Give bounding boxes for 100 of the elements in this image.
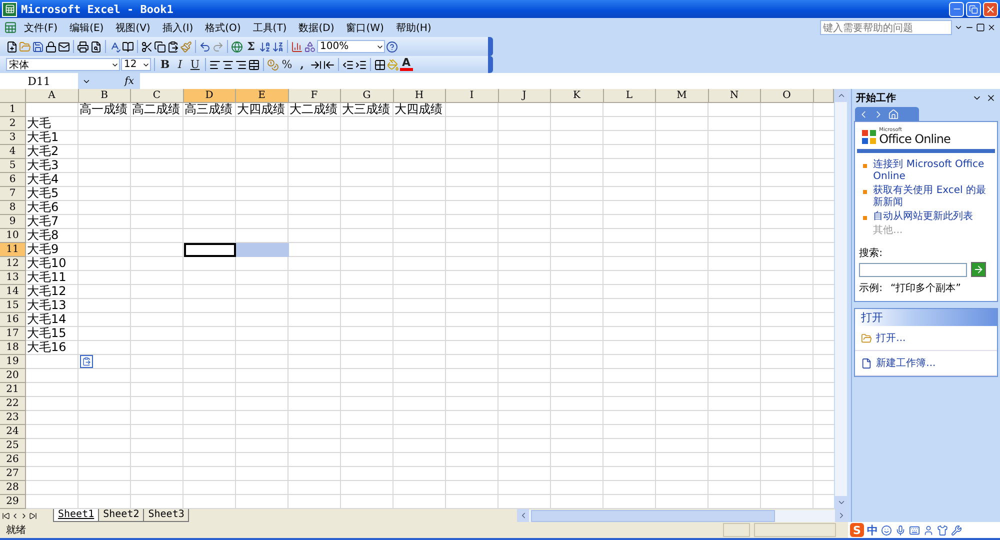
- column-header[interactable]: E: [236, 89, 288, 103]
- minimize-button[interactable]: [949, 2, 964, 16]
- mail-icon[interactable]: [58, 40, 70, 52]
- menu-item[interactable]: 工具(T): [248, 18, 292, 36]
- merge-cells-icon[interactable]: [248, 58, 260, 70]
- help-search-field[interactable]: 键入需要帮助的问题: [820, 20, 952, 35]
- link[interactable]: 获取有关使用 Excel 的最新新闻: [873, 185, 993, 209]
- row-header[interactable]: 11: [0, 243, 26, 257]
- shapes-icon[interactable]: [304, 40, 316, 52]
- row-header[interactable]: 29: [0, 495, 26, 509]
- first-sheet-icon[interactable]: [2, 512, 10, 520]
- menu-item[interactable]: 插入(I): [157, 18, 198, 36]
- pane-link[interactable]: 新建工作簿...: [855, 351, 997, 376]
- column-header[interactable]: L: [604, 89, 656, 103]
- row-header[interactable]: 18: [0, 341, 26, 355]
- folder-icon[interactable]: [861, 332, 872, 344]
- row-header[interactable]: 10: [0, 229, 26, 243]
- column-header[interactable]: J: [498, 89, 551, 103]
- scissors-icon[interactable]: [141, 40, 153, 52]
- row-header[interactable]: 16: [0, 313, 26, 327]
- scroll-right-button[interactable]: [835, 509, 848, 522]
- undo-icon[interactable]: [199, 40, 211, 52]
- indent-icon[interactable]: [355, 58, 367, 70]
- row-header[interactable]: 25: [0, 439, 26, 453]
- column-header[interactable]: H: [394, 89, 446, 103]
- row-header[interactable]: 9: [0, 215, 26, 229]
- close-icon[interactable]: [986, 93, 996, 103]
- go-button[interactable]: [971, 262, 986, 277]
- spell-check-icon[interactable]: [109, 40, 121, 52]
- font-dropdown[interactable]: 宋体: [6, 58, 120, 71]
- print-preview-icon[interactable]: [90, 40, 102, 52]
- row-header[interactable]: 17: [0, 327, 26, 341]
- new-file-icon[interactable]: [6, 40, 18, 52]
- row-header[interactable]: 12: [0, 257, 26, 271]
- sheet-tab[interactable]: Sheet1: [53, 509, 100, 522]
- selected-cell[interactable]: [236, 243, 288, 257]
- document-icon[interactable]: [861, 358, 872, 368]
- column-header[interactable]: D: [184, 89, 236, 103]
- menu-item[interactable]: 窗口(W): [341, 18, 389, 36]
- row-header[interactable]: 15: [0, 299, 26, 313]
- row-header[interactable]: 24: [0, 425, 26, 439]
- chart-icon[interactable]: [291, 40, 303, 52]
- menu-item[interactable]: 编辑(E): [64, 18, 109, 36]
- row-header[interactable]: 21: [0, 383, 26, 397]
- sort-descending-icon[interactable]: [272, 40, 284, 52]
- column-header[interactable]: K: [551, 89, 604, 103]
- wrench-icon[interactable]: [951, 524, 962, 536]
- row-header[interactable]: 13: [0, 271, 26, 285]
- row-header[interactable]: 1: [0, 103, 26, 117]
- restore-icon[interactable]: [976, 23, 985, 32]
- menu-item[interactable]: 视图(V): [110, 18, 156, 36]
- globe-icon[interactable]: [231, 40, 243, 52]
- row-header[interactable]: 4: [0, 145, 26, 159]
- paste-options-icon[interactable]: [80, 355, 92, 368]
- row-header[interactable]: 28: [0, 481, 26, 495]
- row-header[interactable]: 14: [0, 285, 26, 299]
- column-header[interactable]: O: [761, 89, 814, 103]
- column-header[interactable]: I: [446, 89, 498, 103]
- scroll-down-button[interactable]: [835, 496, 848, 509]
- dropdown-icon[interactable]: [954, 23, 963, 32]
- row-header[interactable]: 7: [0, 187, 26, 201]
- close-icon[interactable]: [987, 23, 996, 32]
- bold-button[interactable]: B: [158, 58, 172, 71]
- row-header[interactable]: 8: [0, 201, 26, 215]
- underline-button[interactable]: U: [188, 58, 202, 71]
- sheet-tab[interactable]: Sheet2: [98, 509, 144, 522]
- vertical-scrollbar[interactable]: [834, 89, 848, 509]
- row-header[interactable]: 22: [0, 397, 26, 411]
- home-icon[interactable]: [888, 108, 900, 120]
- lock-icon[interactable]: [45, 40, 57, 52]
- font-size-dropdown[interactable]: 12: [121, 58, 151, 71]
- borders-icon[interactable]: [374, 58, 386, 70]
- function-button[interactable]: fx: [124, 76, 134, 86]
- row-header[interactable]: 2: [0, 117, 26, 131]
- percent-button[interactable]: %: [280, 58, 294, 71]
- autosum-button[interactable]: Σ: [244, 40, 258, 53]
- user-icon[interactable]: [923, 524, 934, 536]
- row-header[interactable]: 19: [0, 355, 26, 369]
- horizontal-scrollbar[interactable]: [517, 510, 848, 522]
- sort-ascending-icon[interactable]: [259, 40, 271, 52]
- menu-item[interactable]: 文件(F): [19, 18, 63, 36]
- comma-button[interactable]: ,: [295, 58, 309, 71]
- column-header[interactable]: C: [131, 89, 184, 103]
- copy-icon[interactable]: [154, 40, 166, 52]
- sheet-icon[interactable]: [4, 21, 17, 34]
- restore-button[interactable]: [966, 2, 981, 16]
- book-icon[interactable]: [122, 40, 134, 52]
- align-right-icon[interactable]: [235, 58, 247, 70]
- close-button[interactable]: [983, 2, 998, 16]
- link[interactable]: 自动从网站更新此列表: [873, 211, 974, 223]
- next-sheet-icon[interactable]: [20, 512, 28, 520]
- pane-link[interactable]: 打开...: [855, 326, 997, 351]
- coins-icon[interactable]: [267, 58, 279, 70]
- column-header[interactable]: N: [708, 89, 761, 103]
- row-header[interactable]: 20: [0, 369, 26, 383]
- search-field[interactable]: [859, 262, 968, 276]
- column-header[interactable]: B: [78, 89, 131, 103]
- column-header[interactable]: M: [656, 89, 708, 103]
- last-sheet-icon[interactable]: [29, 512, 37, 520]
- row-header[interactable]: 3: [0, 131, 26, 145]
